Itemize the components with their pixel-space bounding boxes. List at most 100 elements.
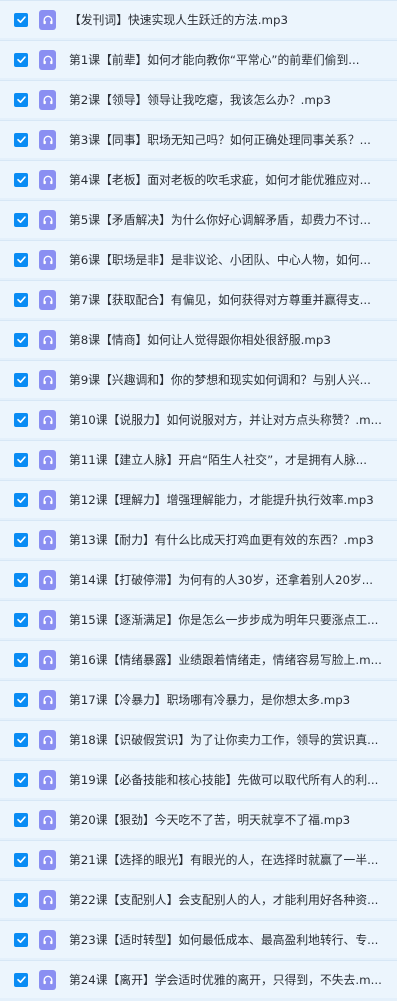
- file-row[interactable]: 第14课【打破停滞】为何有的人30岁，还拿着别人20岁...: [0, 560, 397, 598]
- checkmark-icon: [16, 696, 26, 703]
- file-row[interactable]: 第9课【兴趣调和】你的梦想和现实如何调和？与别人兴...: [0, 360, 397, 398]
- file-name: 第21课【选择的眼光】有眼光的人，在选择时就赢了一半...: [69, 852, 379, 867]
- file-row[interactable]: 第3课【同事】职场无知己吗？如何正确处理同事关系？...: [0, 120, 397, 158]
- headphones-icon: [39, 609, 56, 630]
- headphones-icon: [39, 89, 56, 110]
- file-row[interactable]: 第23课【适时转型】如何最低成本、最高盈利地转行、专...: [0, 920, 397, 958]
- file-row[interactable]: 第7课【获取配合】有偏见，如何获得对方尊重并赢得支...: [0, 280, 397, 318]
- headphones-icon: [39, 769, 56, 790]
- checkbox-checked[interactable]: [14, 372, 28, 387]
- checkmark-icon: [16, 56, 26, 63]
- file-name: 第14课【打破停滞】为何有的人30岁，还拿着别人20岁...: [69, 572, 374, 587]
- checkbox-checked[interactable]: [14, 12, 28, 27]
- checkmark-icon: [16, 576, 26, 583]
- checkbox-checked[interactable]: [14, 92, 28, 107]
- checkbox-checked[interactable]: [14, 532, 28, 547]
- checkbox-checked[interactable]: [14, 292, 28, 307]
- headphones-icon: [39, 289, 56, 310]
- file-name: 第22课【支配别人】会支配别人的人，才能利用好各种资...: [69, 892, 379, 907]
- file-name: 第5课【矛盾解决】为什么你好心调解矛盾，却费力不讨...: [69, 212, 371, 227]
- file-row[interactable]: 第11课【建立人脉】开启“陌生人社交”，才是拥有人脉...: [0, 440, 397, 478]
- headphones-icon: [39, 489, 56, 510]
- file-name: 第15课【逐渐满足】你是怎么一步步成为明年只要涨点工...: [69, 612, 379, 627]
- checkmark-icon: [16, 176, 26, 183]
- headphones-icon: [39, 529, 56, 550]
- headphones-icon: [39, 729, 56, 750]
- headphones-icon: [39, 329, 56, 350]
- file-row[interactable]: 第12课【理解力】增强理解能力，才能提升执行效率.mp3: [0, 480, 397, 518]
- headphones-icon: [39, 929, 56, 950]
- file-name: 【发刊词】快速实现人生跃迁的方法.mp3: [69, 12, 288, 27]
- file-row[interactable]: 第15课【逐渐满足】你是怎么一步步成为明年只要涨点工...: [0, 600, 397, 638]
- checkmark-icon: [16, 136, 26, 143]
- checkbox-checked[interactable]: [14, 972, 28, 987]
- checkbox-checked[interactable]: [14, 132, 28, 147]
- file-name: 第12课【理解力】增强理解能力，才能提升执行效率.mp3: [69, 492, 374, 507]
- checkbox-checked[interactable]: [14, 412, 28, 427]
- headphones-icon: [39, 249, 56, 270]
- file-row[interactable]: 第22课【支配别人】会支配别人的人，才能利用好各种资...: [0, 880, 397, 918]
- file-row[interactable]: 第16课【情绪暴露】业绩跟着情绪走，情绪容易写脸上.m...: [0, 640, 397, 678]
- checkbox-checked[interactable]: [14, 812, 28, 827]
- file-row[interactable]: 第18课【识破假赏识】为了让你卖力工作，领导的赏识真...: [0, 720, 397, 758]
- file-name: 第1课【前辈】如何才能向教你“平常心”的前辈们偷到...: [69, 52, 360, 67]
- file-name: 第18课【识破假赏识】为了让你卖力工作，领导的赏识真...: [69, 732, 379, 747]
- file-row[interactable]: 第24课【离开】学会适时优雅的离开，只得到，不失去.m...: [0, 960, 397, 998]
- checkmark-icon: [16, 456, 26, 463]
- file-row[interactable]: 第20课【狠劲】今天吃不了苦，明天就享不了福.mp3: [0, 800, 397, 838]
- headphones-icon: [39, 969, 56, 990]
- headphones-icon: [39, 369, 56, 390]
- checkbox-checked[interactable]: [14, 892, 28, 907]
- file-row[interactable]: 第6课【职场是非】是非议论、小团队、中心人物，如何...: [0, 240, 397, 278]
- file-name: 第2课【领导】领导让我吃瘪，我该怎么办？.mp3: [69, 92, 331, 107]
- checkmark-icon: [16, 536, 26, 543]
- file-row[interactable]: 第19课【必备技能和核心技能】先做可以取代所有人的利...: [0, 760, 397, 798]
- checkbox-checked[interactable]: [14, 692, 28, 707]
- file-name: 第17课【冷暴力】职场哪有冷暴力，是你想太多.mp3: [69, 692, 351, 707]
- headphones-icon: [39, 889, 56, 910]
- file-name: 第11课【建立人脉】开启“陌生人社交”，才是拥有人脉...: [69, 452, 368, 467]
- checkbox-checked[interactable]: [14, 612, 28, 627]
- file-name: 第6课【职场是非】是非议论、小团队、中心人物，如何...: [69, 252, 371, 267]
- file-row[interactable]: 【发刊词】快速实现人生跃迁的方法.mp3: [0, 0, 397, 38]
- checkmark-icon: [16, 416, 26, 423]
- headphones-icon: [39, 49, 56, 70]
- file-name: 第20课【狠劲】今天吃不了苦，明天就享不了福.mp3: [69, 812, 351, 827]
- checkmark-icon: [16, 656, 26, 663]
- headphones-icon: [39, 209, 56, 230]
- checkmark-icon: [16, 16, 26, 23]
- file-row[interactable]: 第1课【前辈】如何才能向教你“平常心”的前辈们偷到...: [0, 40, 397, 78]
- file-row[interactable]: 第10课【说服力】如何说服对方，并让对方点头称赞？.m...: [0, 400, 397, 438]
- checkbox-checked[interactable]: [14, 172, 28, 187]
- file-row[interactable]: 第13课【耐力】有什么比成天打鸡血更有效的东西？.mp3: [0, 520, 397, 558]
- checkbox-checked[interactable]: [14, 52, 28, 67]
- checkbox-checked[interactable]: [14, 492, 28, 507]
- headphones-icon: [39, 449, 56, 470]
- checkbox-checked[interactable]: [14, 252, 28, 267]
- checkmark-icon: [16, 496, 26, 503]
- file-row[interactable]: 第21课【选择的眼光】有眼光的人，在选择时就赢了一半...: [0, 840, 397, 878]
- checkbox-checked[interactable]: [14, 772, 28, 787]
- file-row[interactable]: 第2课【领导】领导让我吃瘪，我该怎么办？.mp3: [0, 80, 397, 118]
- checkbox-checked[interactable]: [14, 652, 28, 667]
- headphones-icon: [39, 169, 56, 190]
- file-name: 第10课【说服力】如何说服对方，并让对方点头称赞？.m...: [69, 412, 382, 427]
- checkmark-icon: [16, 936, 26, 943]
- checkmark-icon: [16, 336, 26, 343]
- file-row[interactable]: 第8课【情商】如何让人觉得跟你相处很舒服.mp3: [0, 320, 397, 358]
- checkbox-checked[interactable]: [14, 332, 28, 347]
- checkbox-checked[interactable]: [14, 452, 28, 467]
- file-row[interactable]: 第17课【冷暴力】职场哪有冷暴力，是你想太多.mp3: [0, 680, 397, 718]
- file-name: 第4课【老板】面对老板的吹毛求疵，如何才能优雅应对...: [69, 172, 371, 187]
- checkbox-checked[interactable]: [14, 572, 28, 587]
- file-row[interactable]: 第4课【老板】面对老板的吹毛求疵，如何才能优雅应对...: [0, 160, 397, 198]
- file-row[interactable]: 第5课【矛盾解决】为什么你好心调解矛盾，却费力不讨...: [0, 200, 397, 238]
- file-list: 【发刊词】快速实现人生跃迁的方法.mp3 第1课【前辈】如何才能向教你“平常心”的…: [0, 0, 397, 1001]
- checkbox-checked[interactable]: [14, 732, 28, 747]
- file-name: 第9课【兴趣调和】你的梦想和现实如何调和？与别人兴...: [69, 372, 371, 387]
- checkbox-checked[interactable]: [14, 852, 28, 867]
- checkmark-icon: [16, 896, 26, 903]
- checkmark-icon: [16, 376, 26, 383]
- checkbox-checked[interactable]: [14, 212, 28, 227]
- checkbox-checked[interactable]: [14, 932, 28, 947]
